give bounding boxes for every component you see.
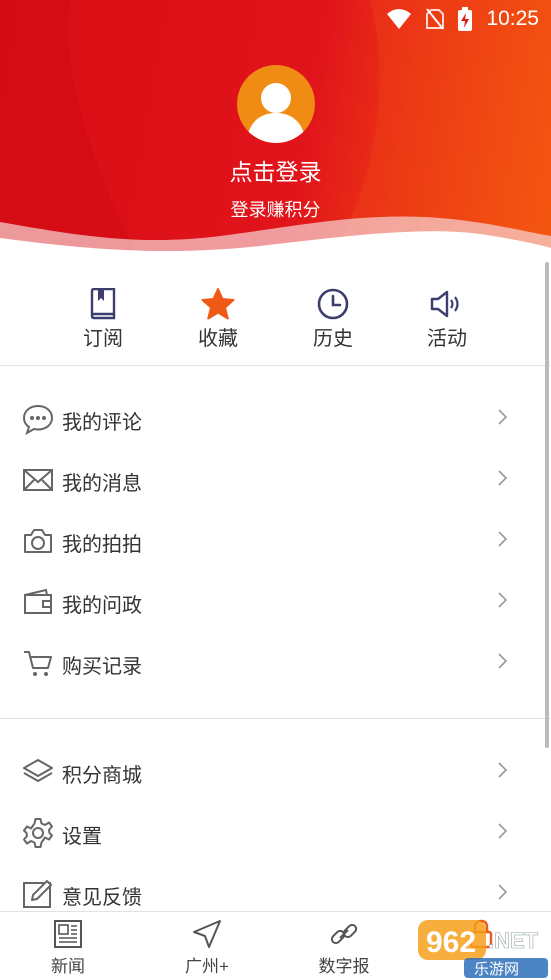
section-divider [0, 365, 551, 366]
watermark-logo: 962 .NET 乐游网 [418, 920, 548, 978]
menu-item-label: 积分商城 [62, 765, 142, 787]
speaker-icon [430, 290, 459, 318]
battery-charging-icon [458, 7, 473, 31]
tab-guangzhou[interactable]: 广州+ [162, 916, 252, 977]
svg-text:.NET: .NET [488, 928, 539, 953]
chevron-right-icon [498, 884, 508, 900]
quick-action-history[interactable]: 历史 [288, 286, 378, 351]
menu-item-points-mall[interactable]: 积分商城 [0, 742, 551, 802]
menu-item-label: 设置 [62, 826, 102, 848]
menu-item-label: 意见反馈 [62, 887, 142, 909]
link-icon [330, 923, 358, 945]
menu-item-label: 我的问政 [62, 595, 142, 617]
quick-actions: 订阅 收藏 历史 活动 [0, 262, 551, 366]
no-sim-icon [426, 8, 445, 30]
cart-icon [24, 651, 52, 676]
menu-item-label: 购买记录 [62, 656, 142, 678]
quick-action-label: 收藏 [198, 328, 238, 350]
chevron-right-icon [498, 653, 508, 669]
quick-action-label: 历史 [313, 328, 353, 350]
quick-action-label: 订阅 [83, 328, 123, 350]
navigation-icon [193, 920, 221, 948]
scrollbar[interactable] [545, 262, 549, 748]
chevron-right-icon [498, 409, 508, 425]
menu-item-photos[interactable]: 我的拍拍 [0, 511, 551, 571]
wifi-icon [387, 9, 412, 29]
login-link[interactable]: 点击登录 [0, 153, 551, 187]
quick-action-label: 活动 [427, 328, 467, 350]
tab-label: 广州+ [185, 957, 229, 976]
gear-icon [23, 818, 53, 848]
star-icon [201, 288, 235, 320]
chevron-right-icon [498, 531, 508, 547]
layers-icon [23, 759, 53, 782]
login-subtitle: 登录赚积分 [230, 200, 321, 220]
tab-label: 数字报 [318, 957, 370, 976]
chevron-right-icon [498, 470, 508, 486]
wallet-icon [24, 588, 52, 614]
avatar[interactable] [237, 65, 315, 143]
menu-item-label: 我的评论 [62, 412, 142, 434]
profile-header: 10:25 点击登录 登录赚积分 [0, 0, 551, 262]
book-icon [90, 288, 116, 320]
svg-text:962: 962 [426, 926, 476, 959]
clock-icon [317, 288, 349, 320]
svg-text:乐游网: 乐游网 [474, 960, 519, 978]
tab-news[interactable]: 新闻 [23, 916, 113, 977]
chevron-right-icon [498, 762, 508, 778]
edit-icon [23, 880, 52, 908]
status-time: 10:25 [486, 7, 539, 30]
mail-icon [23, 469, 53, 491]
menu-item-purchases[interactable]: 购买记录 [0, 633, 551, 693]
quick-action-events[interactable]: 活动 [402, 286, 492, 351]
status-bar: 10:25 [386, 6, 539, 32]
tab-digital-paper[interactable]: 数字报 [299, 916, 389, 977]
menu-item-comments[interactable]: 我的评论 [0, 389, 551, 449]
camera-icon [24, 529, 52, 553]
menu-item-messages[interactable]: 我的消息 [0, 450, 551, 510]
comment-icon [22, 404, 54, 435]
menu-item-label: 我的拍拍 [62, 534, 142, 556]
quick-action-subscribe[interactable]: 订阅 [58, 286, 148, 351]
menu-item-label: 我的消息 [62, 473, 142, 495]
quick-action-favorites[interactable]: 收藏 [173, 286, 263, 351]
section-divider [0, 718, 551, 719]
chevron-right-icon [498, 823, 508, 839]
user-silhouette-icon [246, 83, 306, 143]
newspaper-icon [54, 920, 82, 948]
menu-item-inquiries[interactable]: 我的问政 [0, 572, 551, 632]
tab-label: 新闻 [51, 957, 85, 976]
chevron-right-icon [498, 592, 508, 608]
menu-item-settings[interactable]: 设置 [0, 803, 551, 863]
